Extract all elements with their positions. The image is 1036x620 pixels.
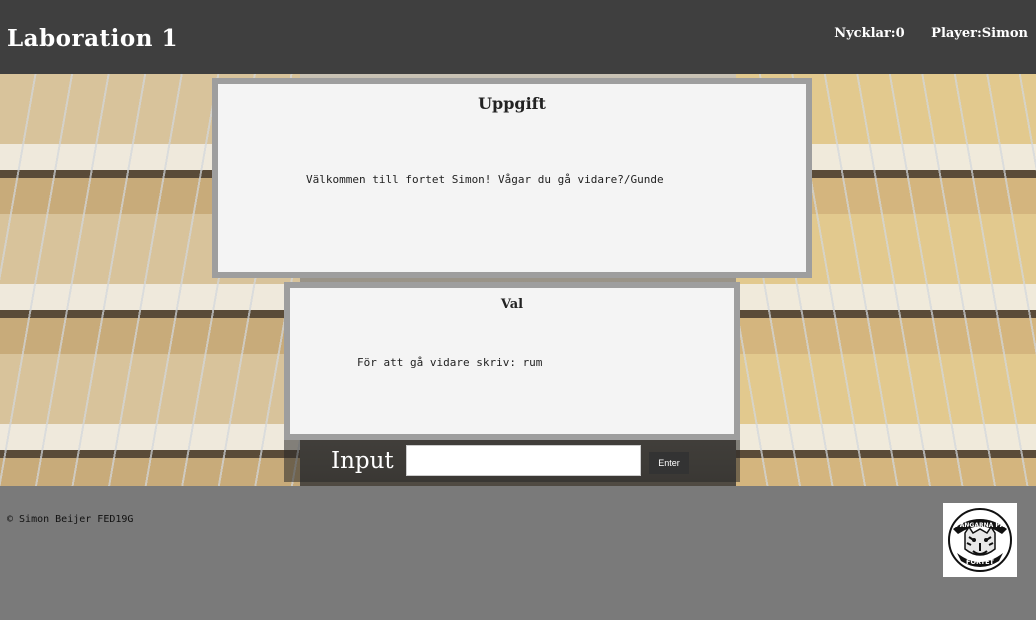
player-name: Player:Simon xyxy=(931,26,1028,41)
choice-panel: Val För att gå vidare skriv: rum xyxy=(284,282,740,440)
answer-input[interactable] xyxy=(406,445,641,476)
page-header: Laboration 1 Nycklar:0 Player:Simon xyxy=(0,0,1036,74)
task-title: Uppgift xyxy=(478,94,546,113)
player-stats: Nycklar:0 Player:Simon xyxy=(812,26,1028,41)
choice-text: För att gå vidare skriv: rum xyxy=(357,356,543,369)
task-panel: Uppgift Välkommen till fortet Simon! Våg… xyxy=(212,78,812,278)
choice-title: Val xyxy=(500,297,524,312)
keys-counter: Nycklar:0 xyxy=(834,26,905,41)
enter-button[interactable]: Enter xyxy=(649,452,689,474)
page-footer: © Simon Beijer FED19G FÅNGARNA PÅ FORTET xyxy=(0,486,1036,620)
copyright-text: © Simon Beijer FED19G xyxy=(7,514,134,525)
logo-top-text: FÅNGARNA PÅ xyxy=(956,522,1005,529)
logo-bottom-text: FORTET xyxy=(966,558,995,566)
page-title: Laboration 1 xyxy=(7,25,178,52)
input-bar: Input Enter xyxy=(284,440,740,482)
fort-boyard-logo: FÅNGARNA PÅ FORTET xyxy=(943,503,1017,577)
tiger-logo-icon: FÅNGARNA PÅ FORTET xyxy=(948,508,1012,572)
task-text: Välkommen till fortet Simon! Vågar du gå… xyxy=(306,173,664,186)
input-label: Input xyxy=(331,448,394,474)
